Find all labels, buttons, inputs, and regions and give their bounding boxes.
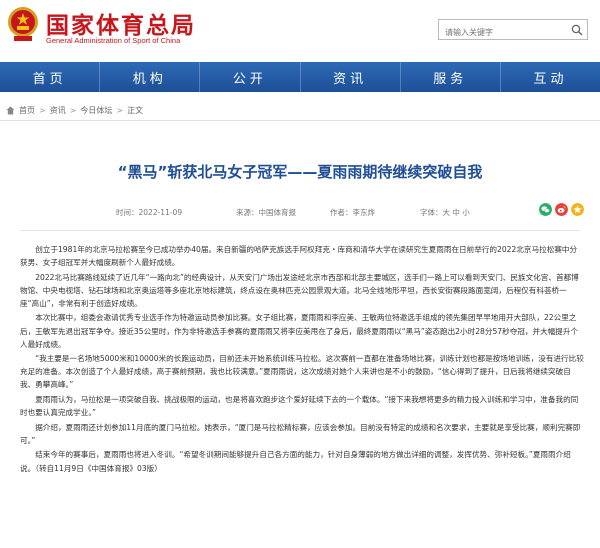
article-paragraph: 夏雨雨认为，马拉松是一项突破自我、挑战极限的运动，也是将喜欢跑步这个爱好延续下去…: [20, 395, 579, 418]
qzone-share-icon[interactable]: [571, 203, 584, 216]
breadcrumb-separator: >: [39, 105, 46, 115]
article-paragraph: “我主要是一名场地5000米和10000米的长跑运动员，目前还未开始系统训练马拉…: [20, 354, 584, 390]
site-subtitle: General Administration of Sport of China: [46, 36, 181, 45]
article-meta: 时间：2022-11-09 来源：中国体育报 作者：李东烨 字体：大 中 小: [0, 207, 600, 219]
nav-item-interaction[interactable]: 互动: [501, 62, 600, 92]
main-nav: 首页 机构 公开 资讯 服务 互动: [0, 62, 600, 92]
article-paragraph: 结束今年的赛事后，夏雨雨也将进入冬训。“希望冬训期间能够提升自己各方面的能力，针…: [20, 450, 571, 473]
national-emblem-icon[interactable]: [6, 5, 40, 43]
article-source: 来源：中国体育报: [236, 208, 296, 217]
nav-item-service[interactable]: 服务: [401, 62, 501, 92]
font-size-selector[interactable]: 字体：大 中 小: [420, 207, 470, 218]
breadcrumb-current: 正文: [127, 105, 144, 115]
nav-item-public[interactable]: 公开: [200, 62, 301, 92]
article-paragraph: 本次比赛中，组委会邀请优秀专业选手作为特邀运动员参加比赛。女子组比赛，夏雨雨和李…: [20, 313, 579, 349]
breadcrumb-news[interactable]: 资讯: [50, 105, 66, 116]
nav-item-organization[interactable]: 机构: [100, 62, 201, 92]
search-box: [438, 19, 588, 42]
site-title[interactable]: 国家体育总局: [46, 6, 196, 40]
weibo-share-icon[interactable]: [555, 203, 568, 216]
nav-item-home[interactable]: 首页: [0, 62, 101, 92]
article-paragraph: 2022北马比赛路线延续了近几年“一路向北”的经典设计，从天安门广场出发途经北京…: [20, 272, 579, 308]
breadcrumb-separator: >: [116, 105, 124, 115]
breadcrumb-divider: [0, 120, 600, 121]
article-title: “黑马”斩获北马女子冠军——夏雨雨期待继续突破自我: [117, 163, 483, 181]
article-paragraph: 创立于1981年的北京马拉松赛至今已成功举办40届。来自新疆的哈萨克族选手阿权拜…: [20, 245, 578, 268]
nav-item-news[interactable]: 资讯: [301, 62, 401, 92]
article-author: 作者：李东烨: [330, 208, 375, 217]
article-paragraph: 据介绍，夏雨雨还计划参加11月底的厦门马拉松。她表示，“厦门是马拉松精标赛，应该…: [20, 422, 581, 445]
breadcrumb-separator: >: [69, 105, 77, 115]
publish-time: 时间：2022-11-09: [116, 208, 183, 217]
article-body: 创立于1981年的北京马拉松赛至今已成功举办40届。来自新疆的哈萨克族选手阿权拜…: [20, 243, 584, 476]
breadcrumb-today-sports[interactable]: 今日体坛: [80, 105, 112, 116]
wechat-share-icon[interactable]: [539, 203, 552, 216]
meta-divider: [20, 230, 580, 231]
search-input[interactable]: [439, 23, 567, 42]
site-header: 国家体育总局 General Administration of Sport o…: [0, 0, 600, 62]
home-icon: [6, 105, 15, 115]
breadcrumb-home[interactable]: 首页: [19, 105, 35, 116]
search-icon[interactable]: [571, 24, 583, 36]
breadcrumb: 首页 > 资讯 > 今日体坛 > 正文: [6, 103, 143, 117]
